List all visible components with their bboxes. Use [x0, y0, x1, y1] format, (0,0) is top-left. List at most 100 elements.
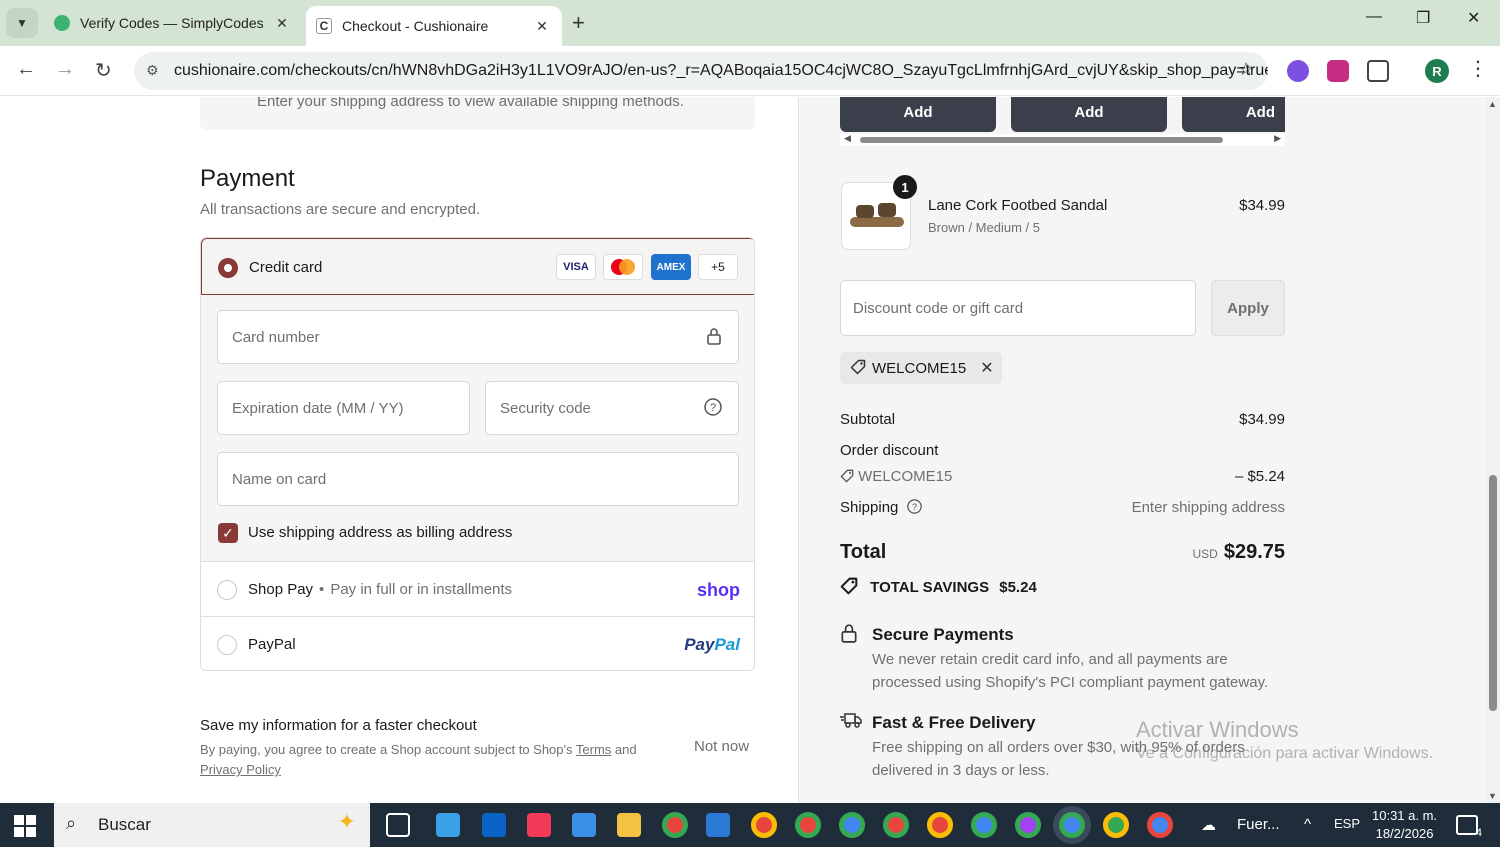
music-app-icon[interactable]	[527, 813, 551, 837]
terms-link[interactable]: Terms	[576, 742, 611, 757]
page-scrollbar[interactable]: ▲ ▼	[1486, 97, 1500, 803]
tray-chevron-up-icon[interactable]: ^	[1304, 816, 1311, 833]
vscode-icon[interactable]	[706, 813, 730, 837]
restore-icon[interactable]: ❐	[1416, 8, 1430, 28]
outlook-icon[interactable]	[482, 813, 506, 837]
simplycodes-favicon-icon	[54, 15, 70, 31]
chrome-profile-icon[interactable]	[1103, 812, 1129, 838]
credit-card-option[interactable]: Credit card VISA AMEX +5	[201, 238, 754, 295]
back-icon[interactable]: ←	[16, 58, 36, 81]
feature-line: processed using Shopify's PCI compliant …	[872, 674, 1269, 691]
apply-button[interactable]: Apply	[1211, 280, 1285, 336]
shipping-row: Shipping ? Enter shipping address	[840, 499, 1285, 516]
copilot-app-icon[interactable]	[436, 813, 460, 837]
paypal-logo-pal: Pal	[714, 635, 740, 654]
scroll-up-icon[interactable]: ▲	[1488, 99, 1497, 109]
more-menu-icon[interactable]: ⋮	[1468, 56, 1488, 81]
name-on-card-field[interactable]: Name on card	[217, 452, 739, 506]
help-circle-icon[interactable]: ?	[903, 499, 922, 516]
reload-icon[interactable]: ↻	[95, 58, 112, 83]
weather-icon[interactable]: ☁	[1201, 816, 1216, 834]
extension-icon[interactable]	[1287, 60, 1309, 82]
credit-card-radio[interactable]	[218, 258, 238, 278]
scroll-down-icon[interactable]: ▼	[1488, 791, 1497, 801]
expiration-date-field[interactable]: Expiration date (MM / YY)	[217, 381, 470, 435]
shop-pay-option[interactable]: Shop Pay • Pay in full or in installments …	[201, 561, 754, 616]
close-window-icon[interactable]: ✕	[1467, 8, 1480, 28]
remove-discount-icon[interactable]: ✕	[980, 358, 993, 378]
chrome-profile-icon[interactable]	[795, 812, 821, 838]
store-icon[interactable]	[572, 813, 596, 837]
upsell-add-button[interactable]: Add	[840, 97, 996, 132]
file-explorer-icon[interactable]	[617, 813, 641, 837]
order-discount-row: Order discount	[840, 442, 1285, 459]
clock[interactable]: 10:31 a. m. 18/2/2026	[1372, 807, 1437, 843]
notifications-icon[interactable]: 4	[1456, 815, 1482, 839]
chrome-profile-icon[interactable]	[839, 812, 865, 838]
not-now-button[interactable]: Not now	[694, 738, 749, 755]
ublock-shield-icon[interactable]	[1327, 60, 1349, 82]
tag-icon	[840, 468, 858, 485]
chrome-profile-icon[interactable]	[971, 812, 997, 838]
cushionaire-favicon-icon: C	[316, 18, 332, 34]
scroll-left-icon[interactable]: ◀	[844, 133, 851, 144]
paypal-option[interactable]: PayPal PayPal	[201, 616, 754, 670]
discount-value: – $5.24	[1234, 468, 1285, 485]
card-number-field[interactable]: Card number	[217, 310, 739, 364]
new-tab-button[interactable]: +	[572, 10, 585, 36]
task-view-icon[interactable]	[386, 813, 410, 837]
security-code-field[interactable]: Security code ?	[485, 381, 739, 435]
discount-code-input[interactable]: Discount code or gift card	[840, 280, 1196, 336]
windows-start-icon[interactable]	[14, 815, 36, 837]
upsell-scroll-thumb[interactable]	[860, 137, 1223, 143]
product-name: Lane Cork Footbed Sandal	[928, 197, 1108, 214]
chrome-icon[interactable]	[662, 812, 688, 838]
upsell-add-button[interactable]: Add	[1011, 97, 1167, 132]
delivery-truck-icon	[840, 711, 862, 734]
language-indicator[interactable]: ESP	[1334, 816, 1360, 831]
weather-text[interactable]: Fuer...	[1237, 816, 1280, 833]
bookmark-star-icon[interactable]: ☆	[1238, 59, 1254, 80]
discount-placeholder: Discount code or gift card	[853, 299, 1024, 317]
visa-logo-icon: VISA	[556, 254, 596, 280]
watermark-title: Activar Windows	[1136, 717, 1299, 742]
taskbar-search[interactable]: ⌕ Buscar ✦	[54, 803, 370, 847]
minimize-icon[interactable]: —	[1366, 8, 1382, 26]
tab-title: Verify Codes — SimplyCodes	[80, 15, 264, 31]
page-scroll-thumb[interactable]	[1489, 475, 1497, 711]
privacy-policy-link[interactable]: Privacy Policy	[200, 762, 281, 777]
legal-and: and	[611, 742, 637, 757]
total-label: Total	[840, 541, 887, 563]
profile-avatar[interactable]: R	[1425, 59, 1449, 83]
checkout-main-column: Enter your shipping address to view avai…	[0, 97, 798, 803]
applied-discount-chip: WELCOME15 ✕	[840, 352, 1002, 384]
close-icon[interactable]: ✕	[532, 18, 552, 35]
help-circle-icon[interactable]: ?	[704, 398, 722, 421]
chrome-profile-icon[interactable]	[883, 812, 909, 838]
shipping-methods-message: Enter your shipping address to view avai…	[257, 97, 684, 110]
upsell-scrollbar[interactable]: ◀ ▶	[840, 133, 1285, 146]
site-settings-icon[interactable]: ⚙	[146, 62, 159, 79]
total-savings: TOTAL SAVINGS $5.24	[840, 577, 1037, 596]
forward-icon[interactable]: →	[55, 58, 75, 81]
paypal-radio[interactable]	[217, 635, 237, 655]
security-code-placeholder: Security code	[500, 399, 591, 417]
tab-checkout[interactable]: C Checkout - Cushionaire ✕	[306, 6, 562, 46]
chrome-active-icon[interactable]	[1059, 812, 1085, 838]
scroll-right-icon[interactable]: ▶	[1274, 133, 1281, 144]
product-price: $34.99	[1239, 197, 1285, 214]
browser-toolbar: ← → ↻ ⚙ cushionaire.com/checkouts/cn/hWN…	[0, 46, 1500, 96]
upsell-add-button[interactable]: Add	[1182, 97, 1285, 132]
tab-search-button[interactable]: ▼	[6, 8, 38, 38]
chrome-profile-icon[interactable]	[751, 812, 777, 838]
shop-pay-radio[interactable]	[217, 580, 237, 600]
extensions-puzzle-icon[interactable]	[1367, 60, 1389, 82]
chrome-profile-icon[interactable]	[927, 812, 953, 838]
order-discount-label: Order discount	[840, 442, 939, 459]
chrome-profile-icon[interactable]	[1015, 812, 1041, 838]
tab-simplycodes[interactable]: Verify Codes — SimplyCodes ✕	[44, 6, 302, 40]
address-bar[interactable]: ⚙ cushionaire.com/checkouts/cn/hWN8vhDGa…	[134, 52, 1268, 90]
close-icon[interactable]: ✕	[272, 15, 292, 32]
chrome-profile-icon[interactable]	[1147, 812, 1173, 838]
billing-address-checkbox[interactable]: ✓	[218, 523, 238, 543]
